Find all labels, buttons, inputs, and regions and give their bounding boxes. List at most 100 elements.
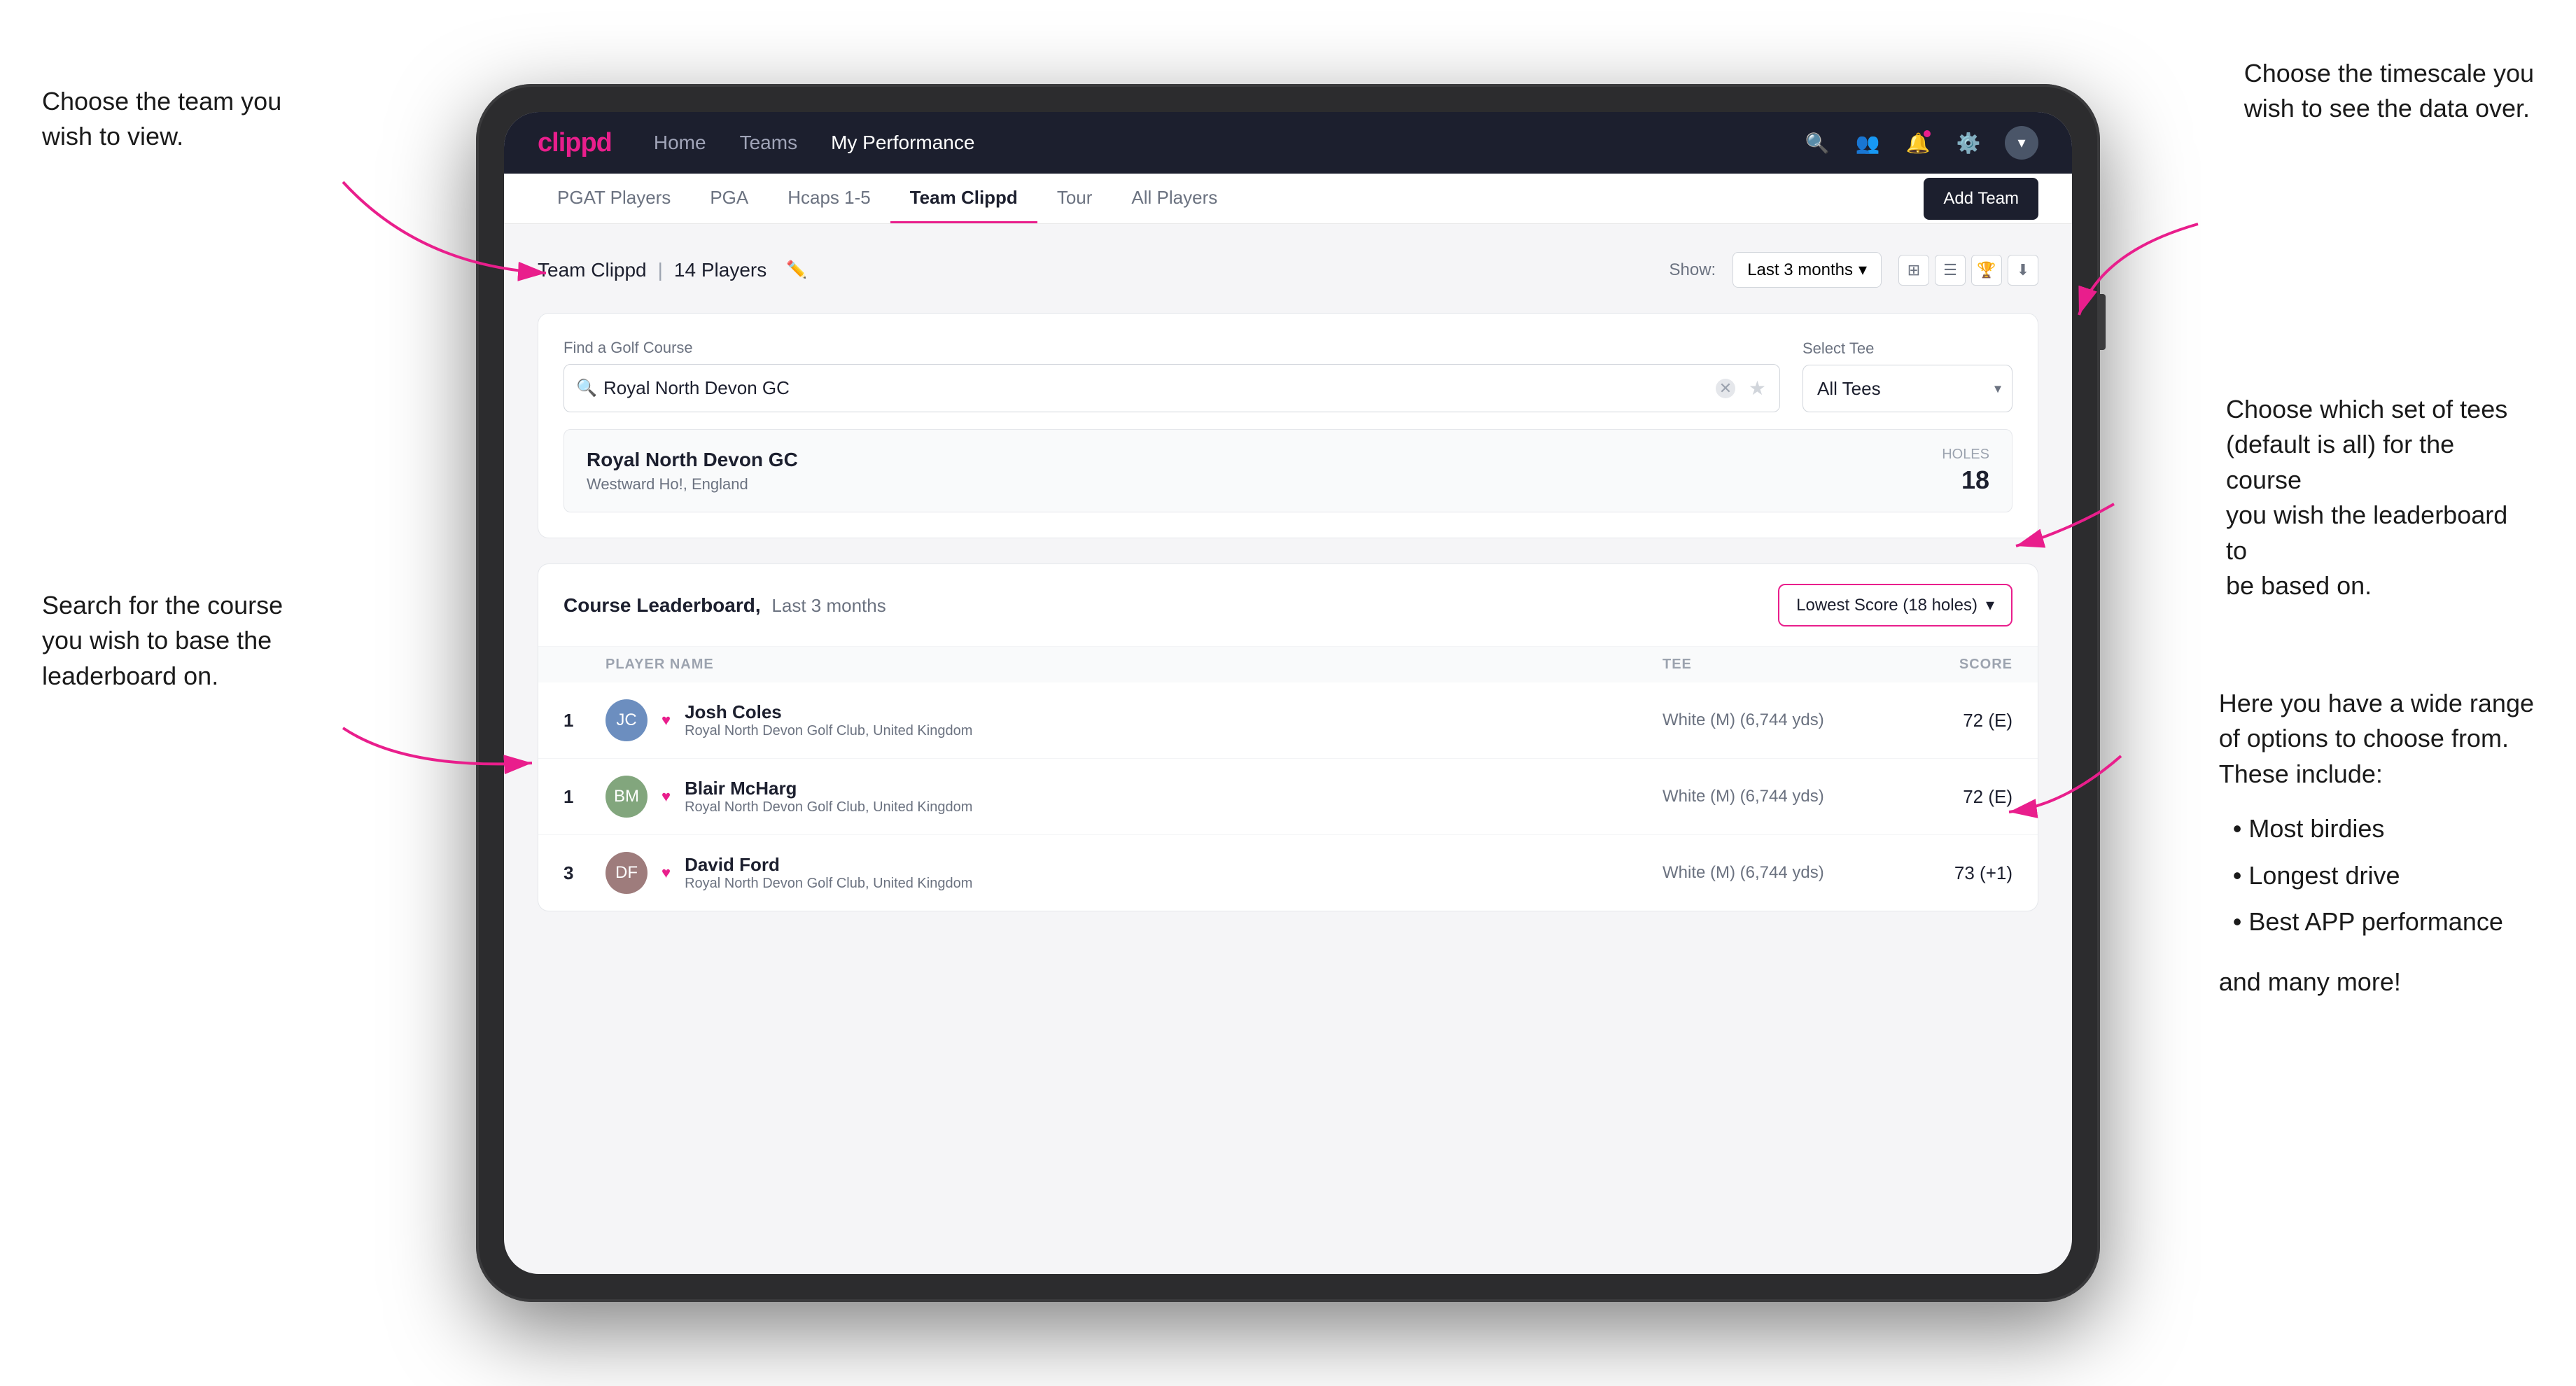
- annotation-bottom-right-footer: and many more!: [2219, 965, 2534, 1000]
- sub-nav-all-players[interactable]: All Players: [1112, 174, 1237, 223]
- table-row: 1 BM ♥ Blair McHarg Royal North Devon Go…: [538, 759, 2038, 835]
- period-dropdown[interactable]: Last 3 months ▾: [1732, 252, 1882, 288]
- main-content: Team Clippd | 14 Players ✏️ Show: Last 3…: [504, 224, 2072, 1274]
- list-view-button[interactable]: ☰: [1935, 255, 1966, 286]
- tee-cell-1: White (M) (6,744 yds): [1662, 710, 1872, 730]
- player-info-2: Blair McHarg Royal North Devon Golf Club…: [685, 778, 972, 816]
- annotation-bottom-right-title: Here you have a wide rangeof options to …: [2219, 689, 2534, 788]
- sub-nav-pga[interactable]: PGA: [690, 174, 768, 223]
- search-icon: 🔍: [576, 378, 597, 398]
- annotation-top-left: Choose the team youwish to view.: [42, 84, 281, 155]
- view-icons: ⊞ ☰ 🏆 ⬇: [1898, 255, 2038, 286]
- leaderboard-title: Course Leaderboard, Last 3 months: [564, 594, 886, 616]
- score-cell-1: 72 (E): [1872, 710, 2012, 732]
- course-location: Westward Ho!, England: [587, 475, 798, 493]
- search-clear-icon[interactable]: ✕: [1716, 379, 1735, 398]
- annotation-bottom-right: Here you have a wide rangeof options to …: [2219, 686, 2534, 1000]
- nav-my-performance[interactable]: My Performance: [831, 132, 974, 154]
- avatar[interactable]: ▾: [2005, 126, 2038, 160]
- favorite-icon-1[interactable]: ♥: [662, 711, 671, 729]
- player-name-2: Blair McHarg: [685, 778, 972, 799]
- player-club-3: Royal North Devon Golf Club, United King…: [685, 876, 972, 892]
- edit-team-icon[interactable]: ✏️: [786, 260, 807, 280]
- sub-nav-hcaps[interactable]: Hcaps 1-5: [768, 174, 890, 223]
- annotation-bullet-1: • Most birdies: [2233, 811, 2534, 846]
- grid-view-button[interactable]: ⊞: [1898, 255, 1929, 286]
- nav-teams[interactable]: Teams: [740, 132, 797, 154]
- team-name: Team Clippd: [538, 259, 647, 281]
- tee-select-wrapper: All Tees ▾: [1802, 365, 2012, 412]
- score-type-value: Lowest Score (18 holes): [1796, 596, 1977, 615]
- col-header-player: PLAYER NAME: [606, 657, 1662, 673]
- search-icon[interactable]: 🔍: [1803, 129, 1831, 157]
- tee-select-label: Select Tee: [1802, 340, 2012, 358]
- sub-nav-pgat-players[interactable]: PGAT Players: [538, 174, 690, 223]
- player-count: 14 Players: [674, 259, 766, 281]
- avatar-2: BM: [606, 776, 648, 818]
- annotation-top-left-text: Choose the team youwish to view.: [42, 87, 281, 150]
- avatar-3: DF: [606, 852, 648, 894]
- team-actions: Show: Last 3 months ▾ ⊞ ☰ 🏆 ⬇: [1670, 252, 2039, 288]
- player-name-1: Josh Coles: [685, 701, 972, 723]
- team-header: Team Clippd | 14 Players ✏️ Show: Last 3…: [538, 252, 2038, 288]
- navbar-icons: 🔍 👥 🔔 ⚙️ ▾: [1803, 126, 2038, 160]
- sub-navbar: PGAT Players PGA Hcaps 1-5 Team Clippd T…: [504, 174, 2072, 224]
- nav-home[interactable]: Home: [654, 132, 706, 154]
- annotation-bullet-3: • Best APP performance: [2233, 904, 2534, 939]
- people-icon[interactable]: 👥: [1854, 129, 1882, 157]
- rank-3: 3: [564, 862, 606, 884]
- annotation-middle-right-text: Choose which set of tees(default is all)…: [2226, 395, 2507, 600]
- show-label: Show:: [1670, 260, 1716, 280]
- sub-nav-tour[interactable]: Tour: [1037, 174, 1112, 223]
- player-cell-1: JC ♥ Josh Coles Royal North Devon Golf C…: [606, 699, 1662, 741]
- score-dropdown-chevron-icon: ▾: [1986, 595, 1994, 615]
- power-button[interactable]: [2100, 294, 2106, 350]
- rank-value: 1: [564, 710, 573, 732]
- course-result: Royal North Devon GC Westward Ho!, Engla…: [564, 429, 2012, 512]
- sub-nav-team-clippd[interactable]: Team Clippd: [890, 174, 1037, 223]
- add-team-button[interactable]: Add Team: [1924, 178, 2038, 220]
- settings-icon[interactable]: ⚙️: [1954, 129, 1982, 157]
- favorite-icon-3[interactable]: ♥: [662, 864, 671, 882]
- course-info: Royal North Devon GC Westward Ho!, Engla…: [587, 449, 798, 493]
- period-value: Last 3 months: [1747, 260, 1853, 280]
- app-logo: clippd: [538, 128, 612, 158]
- tablet-frame: clippd Home Teams My Performance 🔍 👥 🔔 ⚙…: [476, 84, 2100, 1302]
- leaderboard-table-header: PLAYER NAME TEE SCORE: [538, 647, 2038, 682]
- table-row: 3 DF ♥ David Ford Royal North Devon Golf…: [538, 835, 2038, 911]
- leaderboard-title-group: Course Leaderboard, Last 3 months: [564, 594, 886, 617]
- course-finder-row: Find a Golf Course 🔍 ✕ ★ Select Tee: [564, 339, 2012, 412]
- download-button[interactable]: ⬇: [2008, 255, 2038, 286]
- leaderboard-title-text: Course Leaderboard,: [564, 594, 761, 616]
- tee-select[interactable]: All Tees: [1802, 365, 2012, 412]
- tablet-screen: clippd Home Teams My Performance 🔍 👥 🔔 ⚙…: [504, 112, 2072, 1274]
- player-info-1: Josh Coles Royal North Devon Golf Club, …: [685, 701, 972, 739]
- course-search-input[interactable]: [564, 364, 1780, 412]
- avatar-1: JC: [606, 699, 648, 741]
- tee-cell-2: White (M) (6,744 yds): [1662, 787, 1872, 806]
- trophy-view-button[interactable]: 🏆: [1971, 255, 2002, 286]
- period-dropdown-chevron-icon: ▾: [1858, 260, 1867, 280]
- tee-select-group: Select Tee All Tees ▾: [1802, 340, 2012, 412]
- tee-cell-3: White (M) (6,744 yds): [1662, 863, 1872, 883]
- player-club-2: Royal North Devon Golf Club, United King…: [685, 799, 972, 816]
- rank-value: 1: [564, 786, 573, 808]
- leaderboard-header: Course Leaderboard, Last 3 months Lowest…: [538, 564, 2038, 647]
- app-content: clippd Home Teams My Performance 🔍 👥 🔔 ⚙…: [504, 112, 2072, 1274]
- table-row: 1 JC ♥ Josh Coles Royal North Devon Golf…: [538, 682, 2038, 759]
- holes-label: Holes: [1942, 447, 1989, 463]
- score-type-dropdown[interactable]: Lowest Score (18 holes) ▾: [1778, 584, 2012, 626]
- col-header-tee: TEE: [1662, 657, 1872, 673]
- notification-bell-icon[interactable]: 🔔: [1904, 129, 1932, 157]
- rank-2: 1: [564, 786, 606, 808]
- col-header-score: SCORE: [1872, 657, 2012, 673]
- player-club-1: Royal North Devon Golf Club, United King…: [685, 723, 972, 739]
- search-input-wrapper: 🔍 ✕ ★: [564, 364, 1780, 412]
- search-favorite-icon[interactable]: ★: [1749, 377, 1766, 400]
- annotation-bullet-2: • Longest drive: [2233, 858, 2534, 893]
- favorite-icon-2[interactable]: ♥: [662, 788, 671, 806]
- course-search-group: Find a Golf Course 🔍 ✕ ★: [564, 339, 1780, 412]
- col-header-rank: [564, 657, 606, 673]
- player-name-3: David Ford: [685, 854, 972, 876]
- annotation-middle-right: Choose which set of tees(default is all)…: [2226, 392, 2534, 603]
